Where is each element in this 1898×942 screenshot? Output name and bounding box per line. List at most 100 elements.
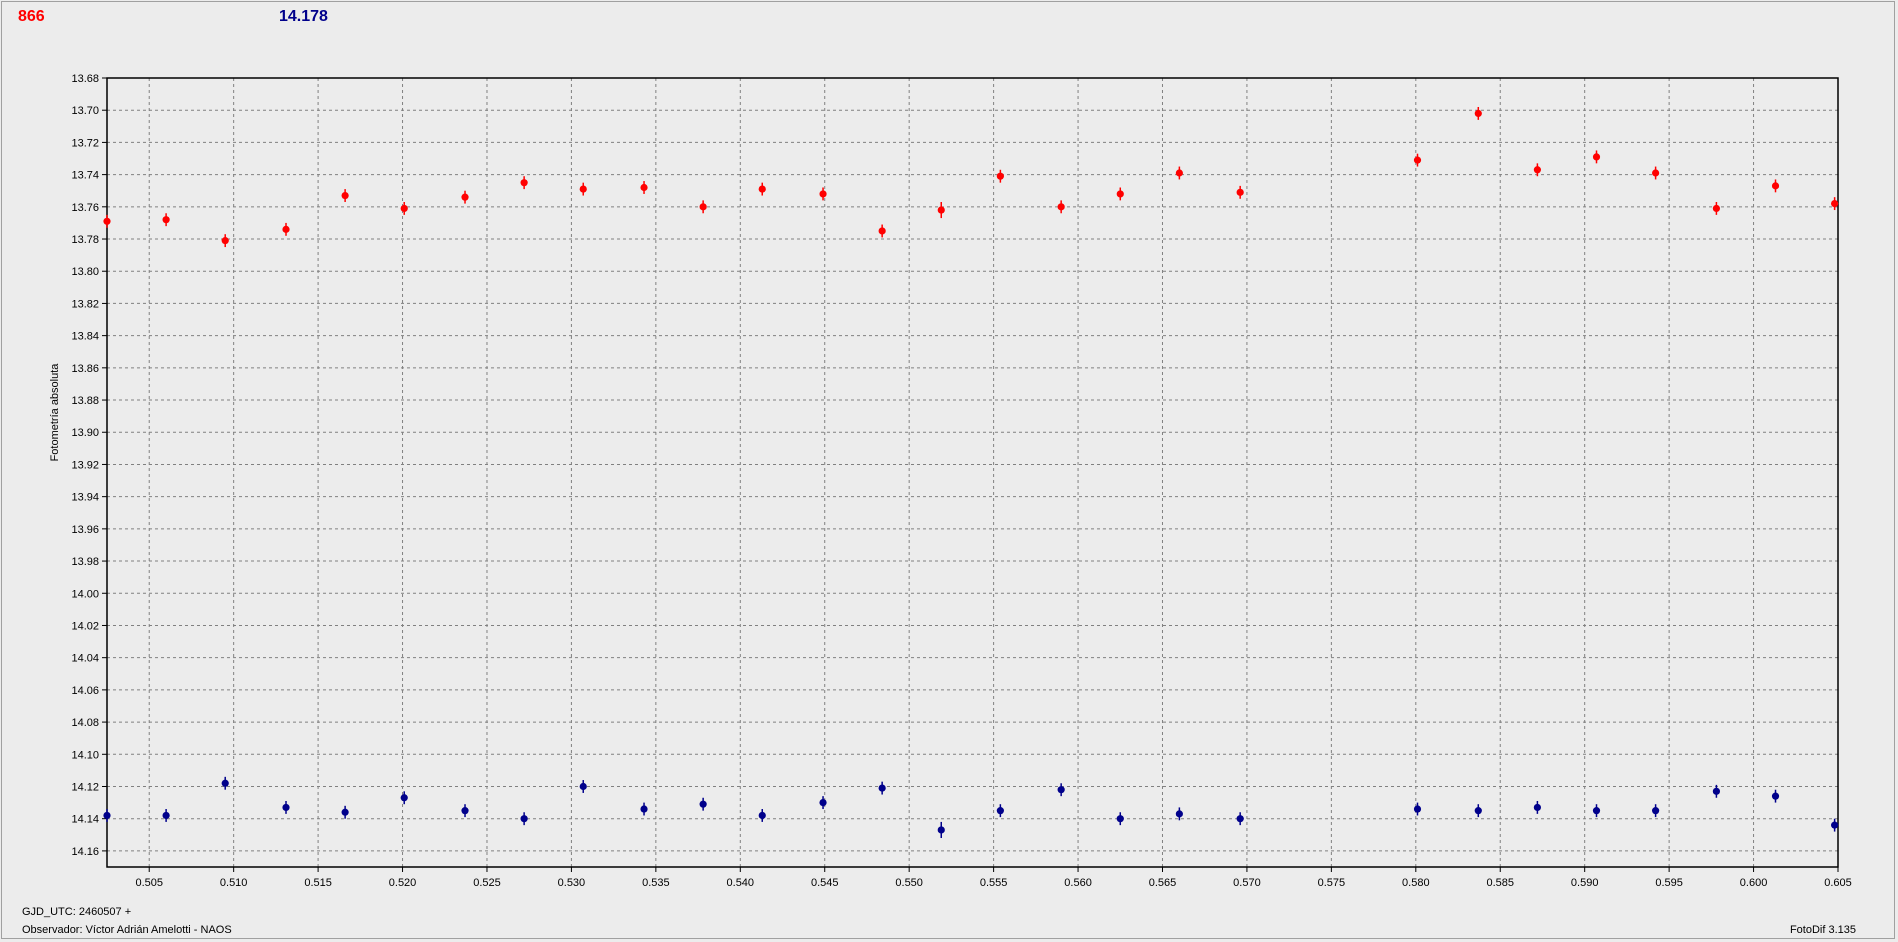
data-point	[1771, 182, 1780, 190]
data-point	[1712, 787, 1721, 795]
y-axis-label: Fotometría absoluta	[49, 363, 61, 462]
data-point	[1652, 807, 1660, 815]
y-tick-label: 13.88	[71, 395, 99, 407]
x-tick-label: 0.580	[1402, 877, 1430, 889]
x-tick-label: 0.515	[304, 877, 332, 889]
data-point	[878, 227, 886, 235]
data-point	[1413, 805, 1422, 813]
data-point	[520, 815, 528, 823]
data-point	[400, 204, 408, 213]
x-tick-label: 0.520	[389, 877, 417, 889]
data-point	[1175, 810, 1183, 818]
data-point	[699, 800, 707, 808]
x-tick-label: 0.595	[1655, 877, 1683, 889]
data-point	[1592, 153, 1601, 161]
data-point	[640, 805, 648, 813]
data-point	[1474, 807, 1482, 815]
data-point	[937, 826, 945, 834]
data-point	[1057, 203, 1065, 211]
y-tick-label: 14.10	[71, 749, 99, 761]
data-point	[162, 216, 170, 224]
y-tick-label: 14.06	[71, 685, 99, 697]
plot-area	[107, 78, 1838, 867]
data-point	[103, 217, 111, 225]
photometry-chart: 13.68 13.70 13.72 13.74 13.76 13.78 13.80 13.82…	[49, 73, 1852, 889]
x-tick-label: 0.565	[1149, 877, 1177, 889]
data-point	[1236, 815, 1244, 823]
x-tick-label: 0.605	[1824, 877, 1852, 889]
data-point	[103, 811, 111, 820]
y-tick-label: 13.70	[71, 105, 99, 117]
x-tick-label: 0.555	[980, 877, 1008, 889]
data-point	[1533, 803, 1541, 812]
y-tick-label: 13.82	[71, 298, 99, 310]
x-tick-label: 0.550	[895, 877, 923, 889]
y-tick-label: 13.84	[71, 331, 99, 343]
x-tick-label: 0.560	[1064, 877, 1092, 889]
data-point	[579, 782, 587, 791]
data-point	[819, 798, 827, 807]
data-point	[1116, 815, 1124, 823]
data-point	[878, 784, 886, 792]
data-point	[1771, 792, 1780, 800]
software-label: FotoDif 3.135	[1789, 924, 1856, 936]
data-point	[341, 808, 349, 816]
data-point	[1831, 199, 1839, 208]
x-tick-label: 0.570	[1233, 877, 1261, 889]
data-point	[996, 172, 1004, 180]
data-point	[461, 193, 469, 201]
data-point	[1712, 204, 1721, 213]
data-point	[819, 190, 827, 198]
epoch-label: GJD_UTC: 2460507 +	[22, 906, 132, 918]
y-tick-label: 13.80	[71, 266, 99, 278]
y-tick-label: 14.00	[71, 588, 99, 600]
x-tick-label: 0.535	[642, 877, 670, 889]
y-tick-label: 13.96	[71, 524, 99, 536]
data-point	[1236, 188, 1244, 196]
x-tick-label: 0.545	[811, 877, 839, 889]
y-tick-label: 14.04	[71, 653, 99, 665]
data-point	[1175, 169, 1183, 177]
data-point	[1592, 807, 1601, 815]
y-tick-label: 13.72	[71, 137, 99, 149]
y-tick-label: 14.08	[71, 717, 99, 729]
y-tick-label: 13.90	[71, 427, 99, 439]
x-tick-label: 0.540	[727, 877, 755, 889]
data-point	[758, 811, 766, 820]
x-tick-label: 0.510	[220, 877, 248, 889]
data-point	[520, 179, 528, 187]
x-tick-label: 0.525	[473, 877, 501, 889]
data-point	[1533, 166, 1541, 174]
x-tick-label: 0.505	[135, 877, 163, 889]
y-tick-label: 14.14	[71, 814, 99, 826]
x-tick-label: 0.575	[1318, 877, 1346, 889]
y-tick-label: 14.02	[71, 620, 99, 632]
data-point	[282, 225, 290, 233]
data-point	[162, 811, 170, 820]
y-tick-label: 13.94	[71, 492, 99, 504]
y-tick-label: 13.68	[71, 73, 99, 85]
x-tick-label: 0.590	[1571, 877, 1599, 889]
y-tick-label: 14.12	[71, 781, 99, 793]
x-tick-label: 0.600	[1740, 877, 1768, 889]
data-point	[341, 191, 349, 200]
data-point	[1474, 109, 1482, 118]
data-point	[996, 807, 1004, 815]
y-tick-label: 13.98	[71, 556, 99, 568]
y-tick-label: 13.74	[71, 170, 99, 182]
data-point	[937, 206, 945, 214]
data-point	[282, 803, 290, 812]
data-point	[699, 203, 707, 211]
data-point	[579, 185, 587, 193]
data-point	[221, 237, 229, 245]
data-point	[640, 183, 648, 192]
x-tick-label: 0.530	[558, 877, 586, 889]
data-point	[400, 794, 408, 802]
data-point	[758, 185, 766, 193]
observer-label: Observador: Víctor Adrián Amelotti - NAO…	[22, 924, 232, 936]
data-point	[221, 779, 229, 787]
data-point	[461, 807, 469, 815]
y-tick-label: 13.76	[71, 202, 99, 214]
data-point	[1413, 156, 1422, 164]
y-tick-label: 13.86	[71, 363, 99, 375]
